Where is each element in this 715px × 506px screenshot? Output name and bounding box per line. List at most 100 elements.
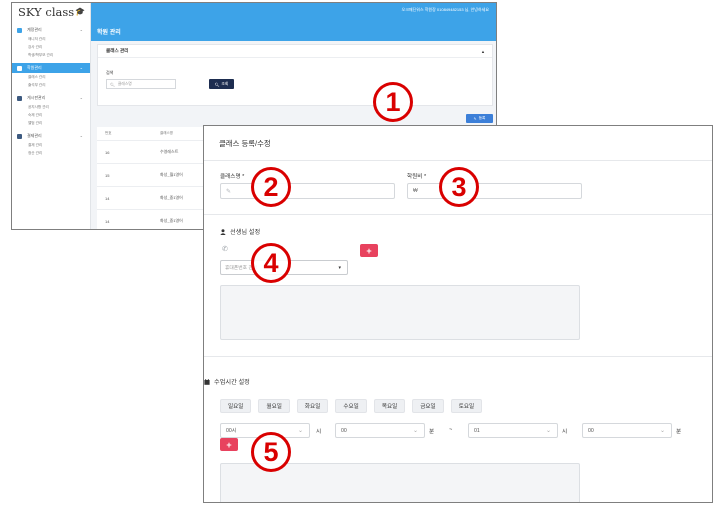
menu-icon [17, 27, 22, 33]
sidebar-item[interactable]: 정산 관리 [12, 149, 90, 157]
day-friday[interactable]: 금요일 [412, 399, 444, 413]
top-banner: 오크매딘워스 학원장 010849482153 님, 안녕하세요 학원 관리 [91, 3, 496, 41]
divider [204, 356, 712, 357]
sidebar-item[interactable]: 숙제 관리 [12, 111, 90, 119]
sidebar-group-header[interactable]: 게시판관리 ⌄ [12, 93, 90, 103]
day-monday[interactable]: 월요일 [258, 399, 290, 413]
end-minute-select[interactable]: 00 ⌄ [582, 423, 672, 438]
annotation-badge-2: 2 [251, 167, 291, 207]
add-teacher-button[interactable]: + [360, 244, 378, 257]
calendar-icon [204, 378, 210, 385]
search-icon: 🔍︎ [110, 82, 115, 87]
schedule-section-label: 수업시간 설정 [214, 379, 250, 386]
annotation-badge-5: 5 [251, 432, 291, 472]
hour-unit: 시 [562, 429, 568, 435]
teacher-section-title: 선생님 설정 [220, 227, 260, 236]
sidebar-group-label: 학원관리 [27, 65, 42, 70]
cell-number: 14 [105, 218, 110, 224]
annotation-badge-3: 3 [439, 167, 479, 207]
sidebar-item[interactable]: 공지사항 관리 [12, 103, 90, 111]
chevron-down-icon: ⌄ [79, 27, 83, 32]
menu-icon [17, 133, 22, 139]
user-icon [220, 228, 226, 235]
day-sunday[interactable]: 일요일 [220, 399, 252, 413]
menu-icon [17, 95, 22, 101]
end-minute-value: 00 [588, 427, 594, 434]
chevron-down-icon: ⌄ [412, 428, 418, 434]
collapse-icon[interactable]: ▲ [481, 49, 485, 54]
end-hour-select[interactable]: 01 ⌄ [468, 423, 558, 438]
sidebar-group: 계정관리 ⌄ 매니저 관리 강사 관리 학생/학부모 관리 [12, 25, 90, 59]
page-title: 학원 관리 [97, 30, 121, 36]
menu-icon [17, 65, 22, 71]
divider [204, 214, 712, 215]
search-icon: 🔍︎ [214, 82, 220, 87]
brand-name: SKY class [18, 5, 75, 19]
modal-title: 클래스 등록/수정 [204, 126, 712, 161]
schedule-section-title: 수업시간 설정 [204, 377, 250, 386]
sidebar-group-header[interactable]: 학원관리 ⌄ [12, 63, 90, 73]
sidebar-group-header[interactable]: 계정관리 ⌄ [12, 25, 90, 35]
card-title: 클래스 관리 [106, 48, 129, 53]
day-thursday[interactable]: 목요일 [373, 399, 406, 413]
search-label: 검색 [106, 70, 114, 75]
sidebar-item[interactable]: 강사 관리 [12, 43, 90, 51]
day-picker: 일요일 월요일 화요일 수요일 목요일 금요일 토요일 [220, 399, 483, 413]
pencil-icon: ✎ [226, 188, 232, 195]
fee-input[interactable]: ₩ [407, 183, 582, 199]
sidebar-item[interactable]: 앨범 관리 [12, 119, 90, 127]
user-info: 오크매딘워스 학원장 010849482153 님, 안녕하세요 [401, 7, 489, 12]
class-name-label: 클래스명 * [220, 174, 245, 180]
day-wednesday[interactable]: 수요일 [335, 399, 367, 413]
register-button[interactable]: ✎ 등록 [466, 114, 493, 123]
class-name-input[interactable]: ✎ [220, 183, 395, 199]
chevron-down-icon: ⌄ [545, 428, 551, 434]
chevron-down-icon: ⌄ [79, 65, 83, 70]
chevron-down-icon: ⌄ [297, 428, 303, 434]
header-number: 번호 [105, 131, 112, 135]
sidebar-item[interactable]: 클래스 관리 [12, 73, 90, 81]
graduation-cap-icon: 🎓 [75, 7, 85, 16]
search-input[interactable]: 🔍︎ 클래스명 [106, 79, 176, 89]
cell-number: 16 [105, 149, 110, 155]
screenshot-stage: SKY class 🎓 계정관리 ⌄ 매니저 관리 강사 관리 학생/학부모 관리학원관… [0, 0, 715, 506]
sidebar-item[interactable]: 학생/학부모 관리 [12, 51, 90, 59]
search-button[interactable]: 🔍︎ 조회 [209, 79, 234, 89]
brand-logo[interactable]: SKY class 🎓 [12, 3, 90, 21]
sidebar-group-label: 결제관리 [27, 133, 42, 138]
start-minute-value: 00 [341, 427, 347, 434]
sidebar-item[interactable]: 매니저 관리 [12, 35, 90, 43]
add-time-button[interactable]: + [220, 438, 238, 451]
sidebar-group: 게시판관리 ⌄ 공지사항 관리 숙제 관리 앨범 관리 [12, 93, 90, 127]
cell-number: 15 [105, 172, 110, 178]
fee-label: 학원비 * [407, 174, 427, 180]
start-hour-value: 00시 [226, 428, 237, 434]
start-minute-select[interactable]: 00 ⌄ [335, 423, 425, 438]
time-separator: ~ [449, 427, 453, 433]
end-hour-value: 01 [474, 427, 480, 434]
card-header: 클래스 관리 ▲ [98, 45, 492, 58]
day-tuesday[interactable]: 화요일 [296, 399, 329, 413]
teacher-section-label: 선생님 설정 [230, 229, 261, 236]
day-saturday[interactable]: 토요일 [450, 399, 483, 413]
sidebar-group-header[interactable]: 결제관리 ⌄ [12, 131, 90, 141]
sidebar-group-label: 계정관리 [27, 27, 42, 32]
chevron-down-icon: ⌄ [659, 428, 665, 434]
sidebar-group-label: 게시판관리 [27, 95, 46, 100]
won-icon: ₩ [413, 188, 418, 194]
sidebar-nav: 계정관리 ⌄ 매니저 관리 강사 관리 학생/학부모 관리학원관리 ⌄ 클래스 관리 출석부 … [12, 25, 90, 157]
annotation-badge-1: 1 [373, 82, 413, 122]
teacher-list-box [220, 285, 580, 340]
sidebar-item[interactable]: 출석부 관리 [12, 81, 90, 89]
minute-unit: 분 [676, 429, 682, 435]
phone-icon: ✆ [222, 246, 228, 253]
sidebar-group: 결제관리 ⌄ 결제 관리 정산 관리 [12, 131, 90, 157]
register-button-label: 등록 [478, 116, 486, 120]
annotation-badge-4: 4 [251, 243, 291, 283]
edit-icon: ✎ [473, 116, 477, 121]
chevron-down-icon: ⌄ [79, 133, 83, 138]
minute-unit: 분 [429, 429, 435, 435]
sidebar-item[interactable]: 결제 관리 [12, 141, 90, 149]
chevron-down-icon: ⌄ [79, 95, 83, 100]
search-button-label: 조회 [221, 81, 229, 86]
